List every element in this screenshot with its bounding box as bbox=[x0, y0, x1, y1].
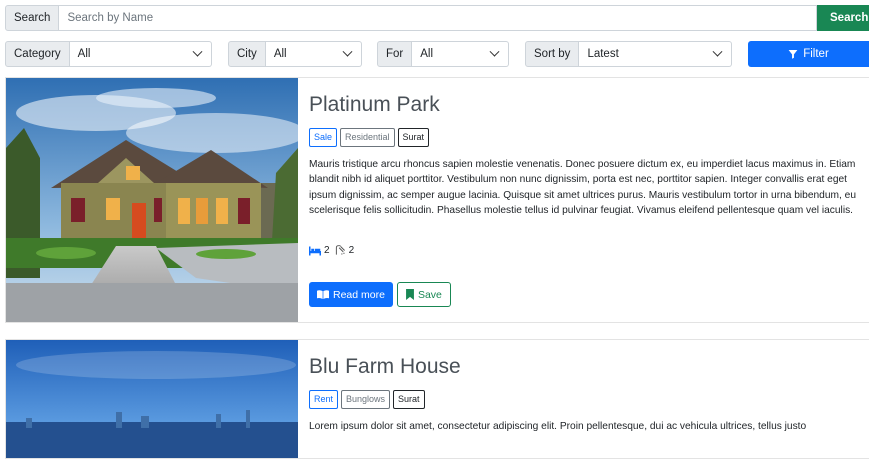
house-photo bbox=[6, 78, 298, 322]
for-label: For bbox=[377, 41, 413, 67]
listing-actions: Read more Save bbox=[309, 282, 451, 307]
listing-title[interactable]: Platinum Park bbox=[309, 93, 440, 117]
sort-filter: Sort by Latest bbox=[525, 41, 732, 67]
city-value: All bbox=[273, 48, 287, 60]
category-label: Category bbox=[5, 41, 70, 67]
listing-card: Blu Farm House Rent Bunglows Surat Lorem… bbox=[5, 339, 869, 459]
sort-label: Sort by bbox=[525, 41, 580, 67]
for-select[interactable]: All bbox=[412, 41, 509, 67]
baths-count: 2 bbox=[348, 245, 355, 256]
listing-badges: Sale Residential Surat bbox=[309, 128, 430, 147]
badge-city: Surat bbox=[393, 390, 425, 409]
bed-icon bbox=[309, 246, 321, 255]
sort-value: Latest bbox=[587, 48, 619, 60]
chevron-down-icon bbox=[342, 46, 353, 57]
search-label: Search bbox=[5, 5, 60, 31]
city-filter: City All bbox=[228, 41, 362, 67]
category-filter: Category All bbox=[5, 41, 212, 67]
badge-city: Surat bbox=[397, 128, 430, 147]
listing-description: Mauris tristique arcu rhoncus sapien mol… bbox=[309, 159, 856, 217]
chevron-down-icon bbox=[192, 46, 203, 57]
listing-image[interactable] bbox=[6, 78, 298, 322]
book-icon bbox=[317, 290, 329, 299]
chevron-down-icon bbox=[712, 46, 723, 57]
bookmark-icon bbox=[406, 289, 414, 300]
search-bar: Search Search bbox=[5, 5, 869, 31]
listing-badges: Rent Bunglows Surat bbox=[309, 390, 425, 409]
beds-count: 2 bbox=[324, 245, 330, 256]
city-label: City bbox=[228, 41, 266, 67]
city-select[interactable]: All bbox=[265, 41, 362, 67]
listing-meta: 2 2 bbox=[309, 245, 354, 256]
listing-image[interactable] bbox=[6, 340, 298, 458]
city-photo bbox=[6, 340, 298, 458]
badge-listing-type: Rent bbox=[309, 390, 339, 409]
listing-card: Platinum Park Sale Residential Surat Mau… bbox=[5, 77, 869, 323]
listing-description: Lorem ipsum dolor sit amet, consectetur … bbox=[309, 421, 807, 432]
funnel-icon bbox=[788, 49, 798, 59]
badge-category: Residential bbox=[340, 128, 395, 147]
for-filter: For All bbox=[377, 41, 509, 67]
read-more-button[interactable]: Read more bbox=[309, 282, 393, 307]
listing-title[interactable]: Blu Farm House bbox=[309, 355, 461, 379]
badge-category: Bunglows bbox=[341, 390, 391, 409]
save-label: Save bbox=[417, 288, 442, 301]
for-value: All bbox=[420, 48, 434, 60]
search-button[interactable]: Search bbox=[817, 5, 869, 31]
filter-button[interactable]: Filter bbox=[748, 41, 869, 67]
filter-button-label: Filter bbox=[803, 48, 829, 60]
badge-listing-type: Sale bbox=[309, 128, 338, 147]
save-button[interactable]: Save bbox=[396, 282, 451, 307]
shower-icon bbox=[335, 245, 345, 255]
chevron-down-icon bbox=[489, 46, 500, 57]
sort-select[interactable]: Latest bbox=[579, 41, 732, 67]
search-input[interactable] bbox=[59, 5, 817, 31]
search-button-label: Search bbox=[830, 12, 869, 24]
category-select[interactable]: All bbox=[69, 41, 212, 67]
category-value: All bbox=[77, 48, 91, 60]
read-more-label: Read more bbox=[333, 288, 385, 301]
